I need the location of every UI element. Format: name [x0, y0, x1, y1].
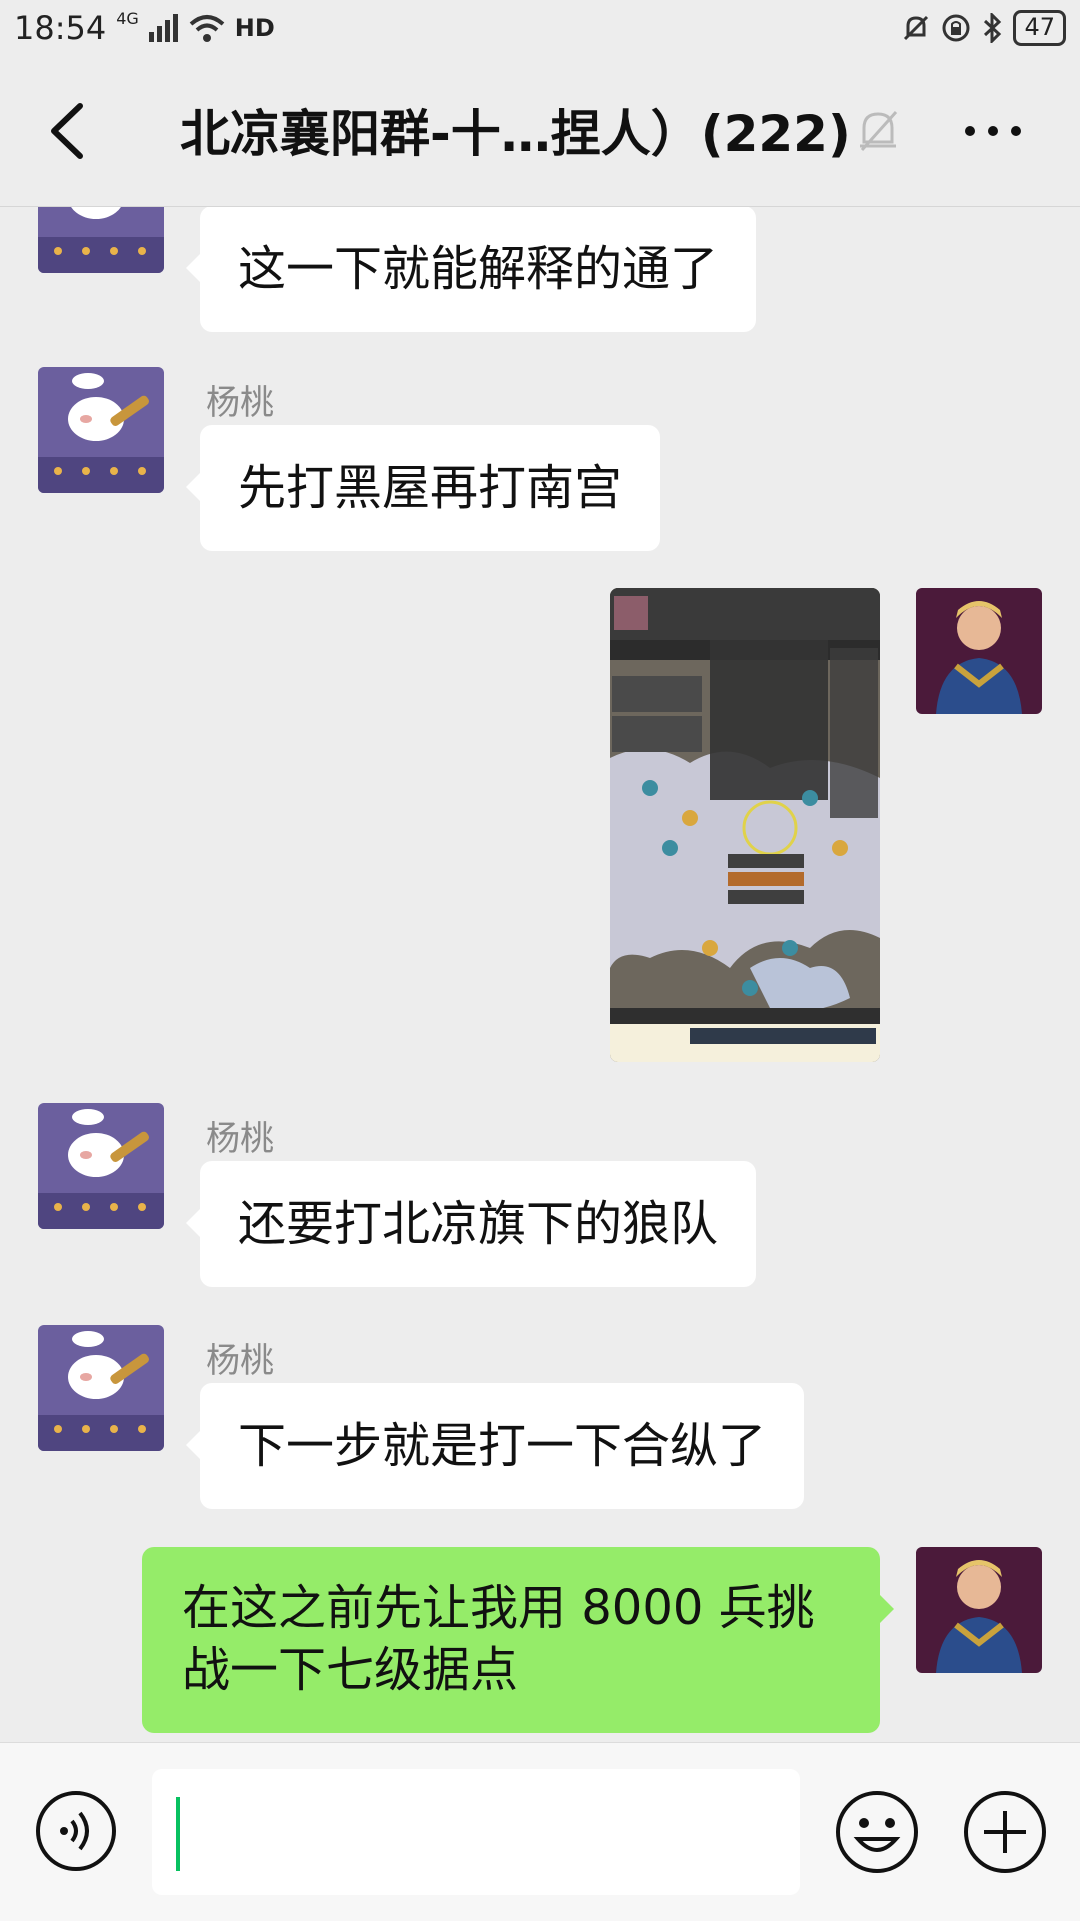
hd-label: HD — [234, 14, 275, 42]
input-bar — [0, 1742, 1080, 1921]
chat-title: 北凉襄阳群-十…捏人）(222) — [180, 105, 851, 163]
chat-area[interactable]: 这一下就能解释的通了 杨桃 先打黑屋再打南宫 杨桃 还要打北凉旗下的狼队 杨桃 … — [0, 207, 1080, 1742]
lock-rotation-icon — [942, 14, 970, 42]
status-right: 47 — [901, 10, 1066, 46]
status-bar: 18:54 4G HD 47 — [0, 0, 1080, 56]
sender-name: 杨桃 — [206, 383, 274, 423]
message-input[interactable] — [152, 1769, 800, 1895]
alarm-muted-icon — [904, 15, 929, 41]
message-bubble[interactable]: 这一下就能解释的通了 — [185, 207, 757, 332]
bell-muted-icon — [860, 110, 898, 152]
network-label: 4G — [116, 8, 139, 28]
outgoing-message-bubble[interactable]: 在这之前先让我用 8000 兵挑战一下七级据点 — [142, 1547, 894, 1733]
sender-name: 杨桃 — [206, 1341, 274, 1381]
plus-icon[interactable] — [962, 1789, 1048, 1875]
avatar[interactable] — [916, 588, 1042, 714]
wifi-icon — [189, 15, 225, 42]
more-icon[interactable] — [958, 106, 1028, 156]
signal-icon — [148, 14, 178, 42]
voice-icon[interactable] — [34, 1789, 118, 1873]
chevron-left-icon[interactable] — [40, 96, 100, 166]
message-bubble[interactable]: 下一步就是打一下合纵了 — [185, 1383, 805, 1509]
avatar[interactable] — [916, 1547, 1042, 1673]
message-bubble[interactable]: 还要打北凉旗下的狼队 — [185, 1161, 757, 1287]
chat-header: 北凉襄阳群-十…捏人）(222) — [0, 56, 1080, 207]
avatar[interactable] — [38, 367, 164, 493]
game-screenshot-image[interactable] — [610, 588, 880, 1062]
bluetooth-icon — [984, 13, 1002, 43]
avatar[interactable] — [38, 207, 164, 273]
emoji-icon[interactable] — [834, 1789, 920, 1875]
sender-name: 杨桃 — [206, 1119, 274, 1159]
status-left: 18:54 4G HD — [14, 8, 275, 48]
avatar[interactable] — [38, 1325, 164, 1451]
message-bubble[interactable]: 先打黑屋再打南宫 — [185, 425, 661, 551]
avatar[interactable] — [38, 1103, 164, 1229]
text-caret — [176, 1797, 180, 1871]
battery-level: 47 — [1013, 10, 1066, 46]
status-time: 18:54 — [14, 9, 107, 47]
